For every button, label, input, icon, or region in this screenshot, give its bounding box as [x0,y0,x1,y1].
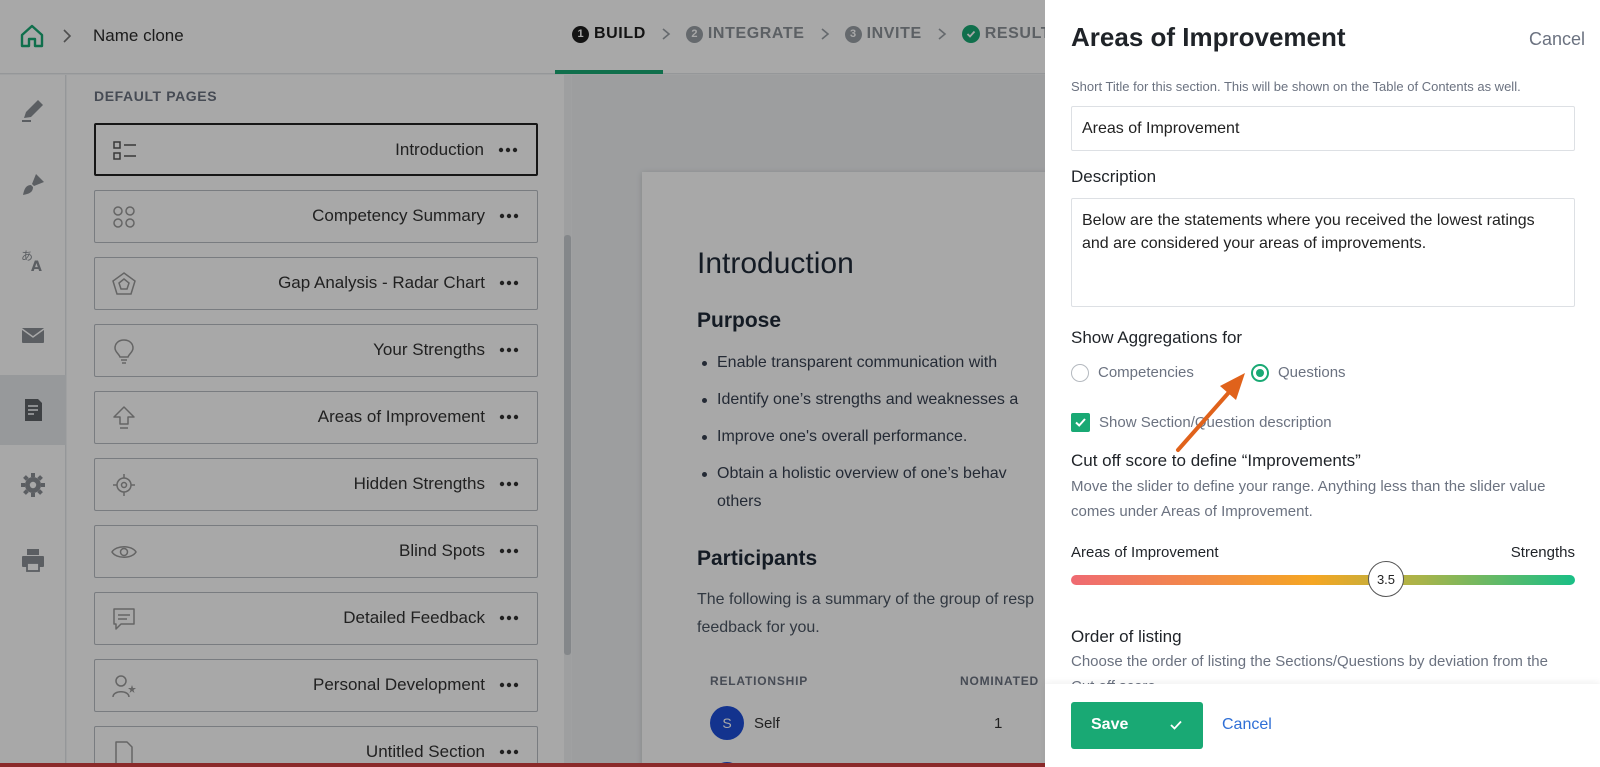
section-settings-drawer: Areas of Improvement Cancel Short Title … [1045,0,1600,767]
cutoff-slider-thumb[interactable]: 3.5 [1368,561,1404,597]
save-button[interactable]: Save [1071,702,1203,749]
cutoff-description: Move the slider to define your range. An… [1071,478,1546,520]
description-textarea[interactable]: Below are the statements where you recei… [1071,198,1575,307]
description-label: Description [1071,167,1157,186]
cancel-button[interactable]: Cancel [1222,716,1272,734]
radio-competencies[interactable] [1071,364,1089,382]
slider-right-label: Strengths [1510,544,1575,561]
show-description-label[interactable]: Show Section/Question description [1099,414,1332,431]
cutoff-heading: Cut off score to define “Improvements” [1071,451,1361,470]
short-title-hint: Short Title for this section. This will … [1071,79,1521,94]
show-description-checkbox[interactable] [1071,413,1090,432]
slider-left-label: Areas of Improvement [1071,544,1219,561]
radio-competencies-label[interactable]: Competencies [1098,364,1194,381]
short-title-input[interactable]: Areas of Improvement [1071,106,1575,151]
drawer-title: Areas of Improvement [1071,22,1346,52]
cutoff-slider-track[interactable] [1071,575,1575,585]
save-button-label: Save [1091,716,1129,733]
modal-backdrop[interactable] [0,0,1045,767]
radio-questions[interactable] [1251,364,1269,382]
order-heading: Order of listing [1071,627,1182,646]
cancel-link-top[interactable]: Cancel [1529,29,1585,50]
drawer-footer: Save Cancel [1045,684,1600,767]
radio-questions-label[interactable]: Questions [1278,364,1346,381]
aggregation-label: Show Aggregations for [1071,328,1243,347]
checkmark-icon [1075,418,1086,427]
checkmark-icon [1170,720,1182,730]
bottom-edge [0,763,1045,767]
